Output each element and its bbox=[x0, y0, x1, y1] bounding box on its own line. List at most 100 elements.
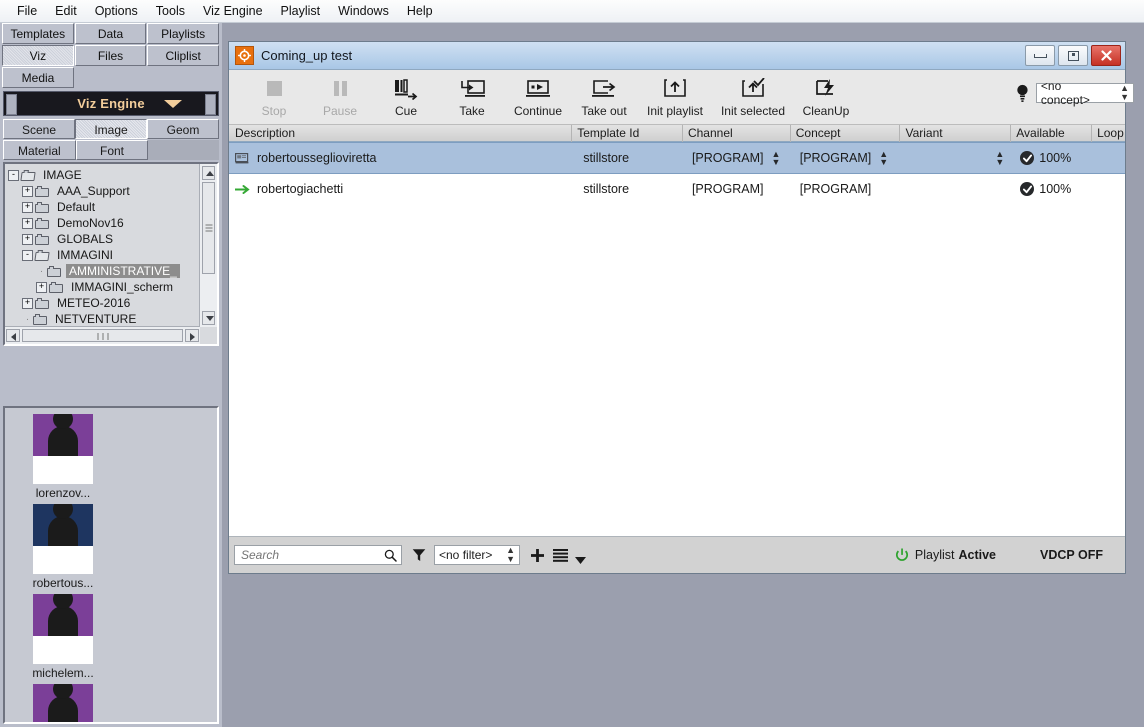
init-selected-button[interactable]: Init selected bbox=[713, 75, 793, 118]
cell-loop[interactable] bbox=[1091, 143, 1125, 173]
thumbnail-image bbox=[33, 504, 93, 574]
close-button[interactable] bbox=[1091, 45, 1121, 66]
tree-node[interactable]: + IMMAGINI_scherm bbox=[8, 279, 200, 295]
tree-node[interactable]: + GLOBALS bbox=[8, 231, 200, 247]
tree-expand-icon[interactable]: + bbox=[22, 297, 33, 309]
column-header-variant[interactable]: Variant bbox=[899, 124, 1010, 142]
tree-collapse-icon[interactable]: - bbox=[22, 249, 33, 261]
subtab-image[interactable]: Image bbox=[75, 119, 147, 139]
image-thumbnail-panel[interactable]: lorenzov... robertous... michelem... guglie… bbox=[3, 406, 219, 724]
column-header-template-id[interactable]: Template Id bbox=[571, 124, 682, 142]
image-tree[interactable]: - IMAGE + AAA_Support + Default + DemoNov16 + GLO… bbox=[5, 164, 200, 327]
channel-spinner-icon[interactable]: ▲ ▼ bbox=[772, 150, 781, 167]
image-thumbnail[interactable]: robertous... bbox=[13, 504, 113, 590]
tree-expand-icon[interactable]: + bbox=[22, 201, 33, 213]
subtab-material[interactable]: Material bbox=[3, 140, 76, 160]
cue-button[interactable]: Cue bbox=[373, 75, 439, 118]
subtab-scene[interactable]: Scene bbox=[3, 119, 75, 139]
tree-node[interactable]: · AMMINISTRATIVE_ bbox=[8, 263, 200, 279]
menu-item-options[interactable]: Options bbox=[86, 1, 147, 21]
image-thumbnail-grid: lorenzov... robertous... michelem... guglie… bbox=[5, 408, 217, 722]
tree-horizontal-scrollbar[interactable] bbox=[5, 326, 200, 344]
init-selected-icon bbox=[713, 75, 793, 102]
tree-node-label: IMMAGINI bbox=[57, 248, 113, 262]
tree-expand-icon[interactable]: + bbox=[22, 217, 33, 229]
tab-playlists[interactable]: Playlists bbox=[147, 23, 220, 44]
take-button[interactable]: Take bbox=[439, 75, 505, 118]
tree-node[interactable]: · NETVENTURE bbox=[8, 311, 200, 327]
continue-button[interactable]: Continue bbox=[505, 75, 571, 118]
tab-templates[interactable]: Templates bbox=[2, 23, 74, 44]
tree-node[interactable]: + AAA_Support bbox=[8, 183, 200, 199]
filter-button[interactable] bbox=[412, 548, 426, 562]
cell-channel[interactable]: [PROGRAM] ▲ ▼ bbox=[682, 143, 790, 173]
cell-variant[interactable]: ▲ ▼ bbox=[899, 143, 1010, 173]
tab-data[interactable]: Data bbox=[74, 23, 147, 44]
search-input-wrapper[interactable] bbox=[234, 545, 402, 565]
column-header-channel[interactable]: Channel bbox=[681, 124, 790, 142]
column-header-concept[interactable]: Concept bbox=[789, 124, 900, 142]
menu-item-file[interactable]: File bbox=[8, 1, 46, 21]
pause-button[interactable]: Pause bbox=[307, 75, 373, 118]
tab-files[interactable]: Files bbox=[74, 45, 147, 66]
tab-media[interactable]: Media bbox=[2, 67, 74, 88]
tree-node[interactable]: + Default bbox=[8, 199, 200, 215]
person-silhouette-icon bbox=[48, 606, 78, 636]
column-header-description[interactable]: Description bbox=[229, 125, 571, 142]
chevron-down-icon[interactable] bbox=[164, 100, 182, 108]
add-item-button[interactable] bbox=[530, 548, 545, 563]
menu-item-windows[interactable]: Windows bbox=[329, 1, 398, 21]
list-view-button[interactable] bbox=[553, 548, 568, 562]
tree-node[interactable]: - IMMAGINI bbox=[8, 247, 200, 263]
column-header-loop[interactable]: Loop bbox=[1091, 124, 1125, 142]
tree-node[interactable]: + DemoNov16 bbox=[8, 215, 200, 231]
cleanup-button[interactable]: CleanUp bbox=[793, 75, 859, 118]
stop-button[interactable]: Stop bbox=[241, 75, 307, 118]
table-row[interactable]: robertousseglioviretta stillstore [PROGRAM… bbox=[229, 142, 1125, 174]
tab-viz[interactable]: Viz bbox=[2, 45, 74, 66]
concept-dropdown[interactable]: <no concept> ▲ ▼ bbox=[1035, 79, 1134, 107]
tree-scroll-thumb[interactable] bbox=[202, 182, 215, 274]
image-thumbnail[interactable]: lorenzov... bbox=[13, 414, 113, 500]
init-playlist-button[interactable]: Init playlist bbox=[637, 75, 713, 118]
column-header-available[interactable]: Available bbox=[1010, 124, 1091, 142]
maximize-button[interactable] bbox=[1058, 45, 1088, 66]
tree-expand-icon[interactable]: + bbox=[36, 281, 47, 293]
tree-vertical-scrollbar[interactable] bbox=[199, 164, 217, 327]
subtab-geom[interactable]: Geom bbox=[147, 119, 219, 139]
tree-scroll-down-button[interactable] bbox=[202, 311, 215, 325]
window-title-bar[interactable]: Coming_up test bbox=[229, 42, 1125, 70]
cell-concept[interactable]: [PROGRAM] ▲ ▼ bbox=[790, 143, 900, 173]
variant-spinner-icon[interactable]: ▲ ▼ bbox=[995, 150, 1004, 167]
tree-node[interactable]: + METEO-2016 bbox=[8, 295, 200, 311]
image-thumbnail[interactable]: michelem... bbox=[13, 594, 113, 680]
menu-item-playlist[interactable]: Playlist bbox=[272, 1, 330, 21]
tree-scroll-left-button[interactable] bbox=[6, 329, 20, 342]
minimize-button[interactable] bbox=[1025, 45, 1055, 66]
take-out-button[interactable]: Take out bbox=[571, 75, 637, 118]
tree-scroll-up-button[interactable] bbox=[202, 166, 215, 180]
cell-loop[interactable] bbox=[1091, 174, 1125, 204]
viz-engine-header[interactable]: Viz Engine bbox=[3, 91, 219, 116]
concept-spinner-icon[interactable]: ▲ ▼ bbox=[879, 150, 888, 167]
menu-item-tools[interactable]: Tools bbox=[147, 1, 194, 21]
table-row[interactable]: robertogiachetti stillstore [PROGRAM] [PROG… bbox=[229, 174, 1125, 204]
tree-scroll-right-button[interactable] bbox=[185, 329, 199, 342]
filter-dropdown[interactable]: <no filter> ▲ ▼ bbox=[434, 545, 520, 565]
subtab-font[interactable]: Font bbox=[75, 140, 149, 160]
more-options-button[interactable] bbox=[575, 557, 586, 565]
tree-expand-icon[interactable]: + bbox=[22, 185, 33, 197]
image-thumbnail[interactable]: guglielmo... bbox=[13, 684, 113, 722]
tree-collapse-icon[interactable]: - bbox=[8, 169, 19, 181]
playlist-status-label: Playlist bbox=[914, 548, 955, 562]
menu-item-viz-engine[interactable]: Viz Engine bbox=[194, 1, 272, 21]
tree-node-label: IMMAGINI_scherm bbox=[71, 280, 174, 294]
playlist-rows[interactable]: robertousseglioviretta stillstore [PROGRAM… bbox=[229, 142, 1125, 537]
tree-node[interactable]: - IMAGE bbox=[8, 167, 200, 183]
tab-cliplist[interactable]: Cliplist bbox=[147, 45, 220, 66]
tree-hscroll-thumb[interactable] bbox=[22, 329, 183, 342]
menu-item-help[interactable]: Help bbox=[398, 1, 442, 21]
menu-item-edit[interactable]: Edit bbox=[46, 1, 86, 21]
tree-expand-icon[interactable]: + bbox=[22, 233, 33, 245]
search-input[interactable] bbox=[239, 547, 380, 563]
